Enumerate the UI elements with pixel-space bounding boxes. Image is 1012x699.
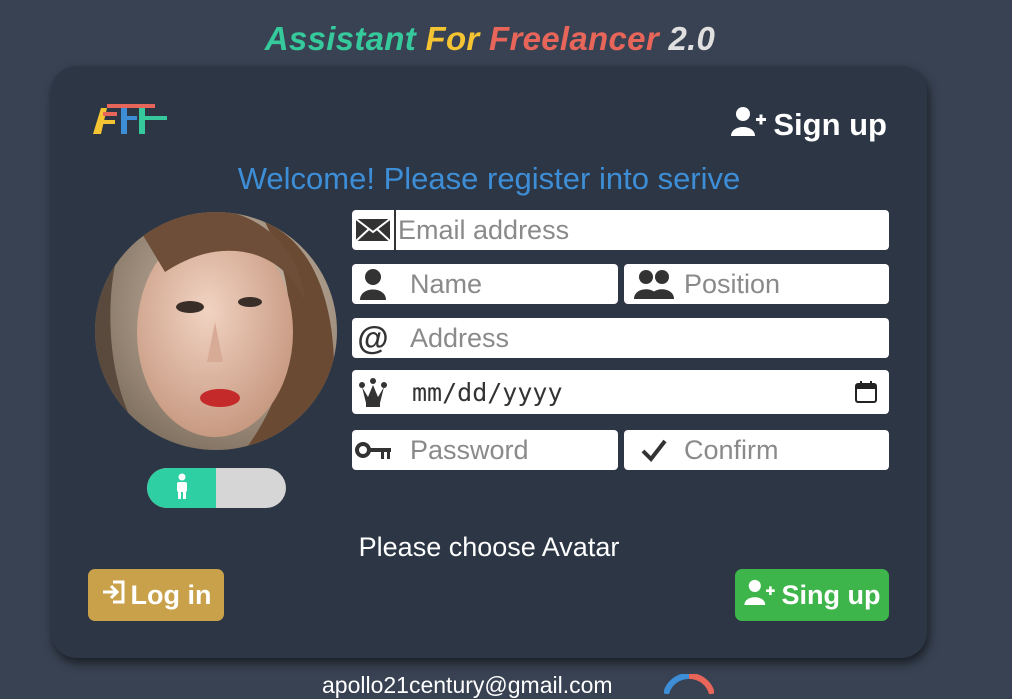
app-title-part2: For — [425, 20, 480, 57]
login-icon — [101, 580, 125, 611]
name-input[interactable] — [394, 264, 618, 304]
position-input[interactable] — [684, 264, 889, 304]
password-field[interactable] — [352, 430, 618, 470]
user-icon — [352, 264, 394, 304]
date-input[interactable]: mm/dd/yyyy — [394, 378, 855, 407]
app-title-part3: Freelancer — [489, 20, 659, 57]
key-icon — [352, 430, 394, 470]
envelope-icon — [352, 210, 394, 250]
app-title-part4: 2.0 — [668, 20, 716, 57]
crown-icon — [352, 370, 394, 414]
aff-logo — [91, 102, 171, 138]
address-input[interactable] — [394, 318, 889, 358]
signup-button[interactable]: Sing up — [735, 569, 889, 621]
login-label: Log in — [130, 579, 212, 610]
person-icon — [174, 473, 190, 504]
chrome-icon — [663, 673, 715, 699]
avatar-gender-toggle[interactable] — [147, 468, 286, 508]
avatar[interactable] — [95, 212, 337, 450]
password-input[interactable] — [394, 430, 618, 470]
signup-header[interactable]: Sign up — [731, 106, 887, 144]
name-field[interactable] — [352, 264, 618, 304]
app-title-part1: Assistant — [264, 20, 417, 57]
confirm-password-field[interactable] — [624, 430, 889, 470]
users-icon — [624, 264, 684, 304]
user-plus-icon — [743, 579, 776, 612]
user-plus-icon — [731, 106, 767, 144]
birthdate-field[interactable]: mm/dd/yyyy — [352, 370, 889, 414]
calendar-icon[interactable] — [855, 381, 877, 403]
choose-avatar-label: Please choose Avatar — [358, 532, 620, 562]
signup-header-label: Sign up — [773, 107, 887, 142]
signup-card: Sign up Welcome! Please register into se… — [51, 66, 927, 658]
email-input[interactable] — [394, 210, 889, 250]
toggle-knob[interactable] — [147, 468, 216, 508]
position-field[interactable] — [624, 264, 889, 304]
login-button[interactable]: Log in — [88, 569, 224, 621]
footer-email[interactable]: apollo21century@gmail.com — [322, 672, 613, 699]
app-title: Assistant For Freelancer 2.0 — [0, 20, 980, 58]
check-icon — [624, 430, 684, 470]
confirm-password-input[interactable] — [684, 430, 889, 470]
address-field[interactable]: @ — [352, 318, 889, 358]
signup-button-label: Sing up — [781, 579, 881, 610]
email-field[interactable] — [352, 210, 889, 250]
at-icon: @ — [357, 319, 389, 356]
welcome-message: Welcome! Please register into serive — [237, 161, 741, 196]
